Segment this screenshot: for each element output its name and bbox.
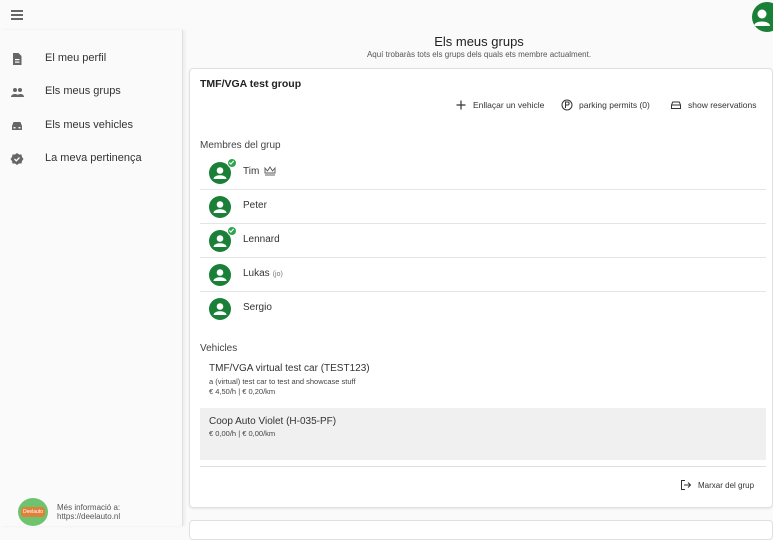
main-content: Els meus grups Aquí trobaràs tots els gr…: [185, 30, 773, 540]
user-avatar-button[interactable]: [752, 2, 773, 32]
leave-group-button[interactable]: Marxar del grup: [680, 478, 754, 492]
show-reservations-button[interactable]: show reservations: [670, 98, 757, 112]
vehicle-description: a (virtual) test car to test and showcas…: [209, 377, 356, 386]
member-avatar: [209, 298, 231, 320]
logout-icon: [681, 480, 692, 490]
member-avatar: [209, 264, 231, 286]
parking-icon: [561, 99, 573, 111]
member-name: Peter: [243, 200, 267, 211]
person-icon: [754, 9, 770, 26]
footer-info-url: https://deelauto.nl: [57, 512, 121, 521]
person-icon: [213, 303, 227, 315]
sidebar-item-vehicles[interactable]: Els meus vehicles: [0, 109, 183, 143]
verified-badge-icon: [10, 153, 24, 165]
member-row: Lennard: [200, 224, 766, 258]
page-subtitle: Aquí trobaràs tots els grups dels quals …: [366, 50, 592, 59]
vehicles-label: Vehicles: [200, 343, 238, 354]
sidebar-item-label: La meva pertinença: [45, 152, 142, 164]
footer-info-label: Més informació a:: [57, 503, 121, 512]
page-title: Els meus grups: [434, 34, 524, 49]
sidebar-item-profile[interactable]: El meu perfil: [0, 42, 183, 76]
vehicle-item[interactable]: Coop Auto Violet (H-035-PF) € 0,00/h | €…: [200, 408, 766, 460]
sidebar-item-membership[interactable]: La meva pertinença: [0, 142, 183, 176]
member-row: Tim: [200, 156, 766, 190]
verified-icon: [227, 226, 237, 236]
vehicle-name: Coop Auto Violet (H-035-PF): [209, 416, 337, 427]
member-name: Lukas (jo): [243, 268, 283, 279]
member-row: Peter: [200, 190, 766, 224]
vehicle-name: TMF/VGA virtual test car (TEST123): [209, 363, 370, 374]
vehicle-item[interactable]: TMF/VGA virtual test car (TEST123) a (vi…: [200, 359, 766, 407]
member-avatar: [209, 196, 231, 218]
member-name: Tim: [243, 166, 260, 177]
deelauto-info-link[interactable]: Deelauto Més informació a: https://deela…: [18, 498, 183, 526]
verified-icon: [227, 158, 237, 168]
crown-icon: [264, 166, 276, 176]
deelauto-logo: Deelauto: [18, 498, 48, 526]
car-icon: [671, 101, 681, 109]
sidebar-item-label: Els meus vehicles: [45, 119, 134, 131]
sidebar-item-label: Els meus grups: [45, 85, 121, 97]
top-app-bar: [0, 0, 773, 32]
person-icon: [213, 201, 227, 213]
member-name: Lennard: [243, 234, 280, 245]
next-group-card: [189, 520, 773, 540]
sidebar: El meu perfil Els meus grups Els meus ve…: [0, 30, 183, 526]
plus-icon: [456, 100, 466, 110]
car-icon: [12, 122, 22, 130]
vehicle-price: € 0,00/h | € 0,00/km: [209, 429, 276, 438]
people-icon: [11, 88, 24, 97]
document-icon: [13, 53, 22, 65]
vehicle-price: € 4,50/h | € 0,20/km: [209, 387, 276, 396]
link-vehicle-button[interactable]: Enllaçar un vehicle: [455, 98, 544, 112]
divider: [200, 466, 766, 467]
group-card: TMF/VGA test group Enllaçar un vehicle p…: [189, 68, 773, 508]
member-name: Sergio: [243, 302, 272, 313]
group-name: TMF/VGA test group: [200, 78, 302, 90]
sidebar-item-label: El meu perfil: [45, 52, 107, 64]
menu-icon[interactable]: [8, 5, 28, 25]
me-indicator: (jo): [272, 271, 283, 278]
member-row: Sergio: [200, 292, 766, 326]
parking-permits-button[interactable]: parking permits (0): [561, 98, 650, 112]
member-row: Lukas (jo): [200, 258, 766, 292]
sidebar-item-groups[interactable]: Els meus grups: [0, 75, 183, 109]
members-label: Membres del grup: [200, 140, 281, 151]
person-icon: [213, 269, 227, 281]
